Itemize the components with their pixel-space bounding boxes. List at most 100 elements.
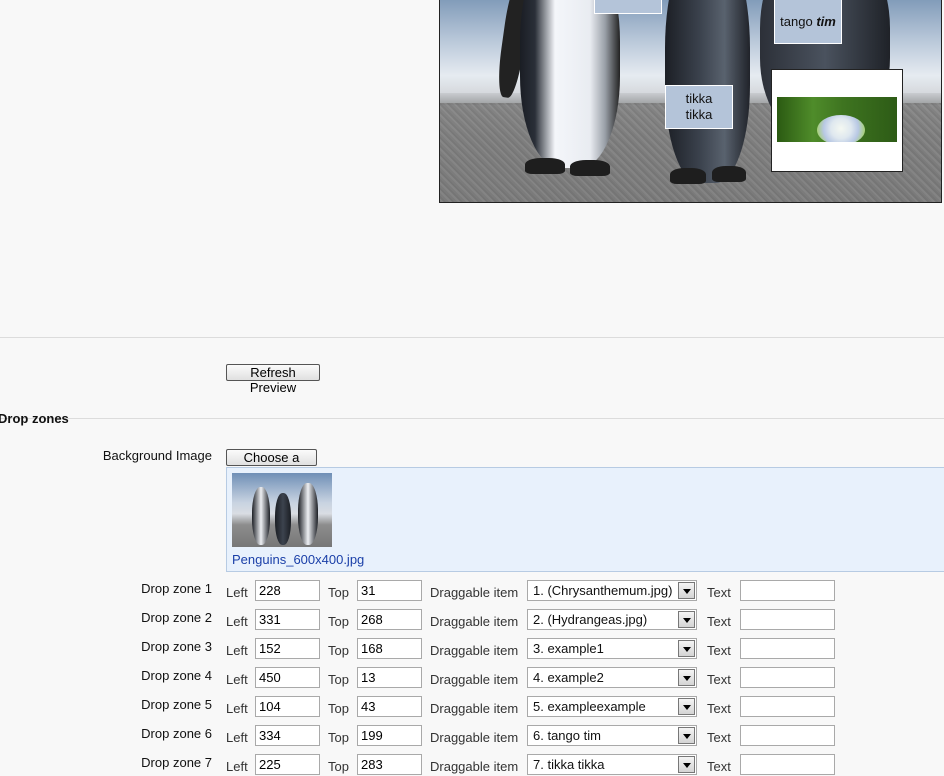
- draggable-item-select[interactable]: 7. tikka tikka: [527, 754, 697, 775]
- chevron-down-icon[interactable]: [678, 611, 695, 628]
- left-label: Left: [226, 585, 248, 600]
- left-input[interactable]: [255, 667, 320, 688]
- text-label: Text: [707, 643, 731, 658]
- draggable-item-select[interactable]: 2. (Hydrangeas.jpg): [527, 609, 697, 630]
- left-label: Left: [226, 701, 248, 716]
- draggable-item-select[interactable]: 5. exampleexample: [527, 696, 697, 717]
- refresh-preview-button[interactable]: Refresh Preview: [226, 364, 320, 395]
- left-input[interactable]: [255, 754, 320, 775]
- drop-zone-label: Drop zone 7: [141, 755, 212, 770]
- drop-zone-label: Drop zone 6: [141, 726, 212, 741]
- file-thumbnail[interactable]: [232, 473, 332, 547]
- divider: [0, 418, 944, 419]
- drop-zone-label: Drop zone 1: [141, 581, 212, 596]
- text-input[interactable]: [740, 609, 835, 630]
- selected-value: 4. example2: [533, 670, 604, 685]
- selected-value: 3. example1: [533, 641, 604, 656]
- text-label: Text: [707, 672, 731, 687]
- preview-dropzone-tikka-tikka[interactable]: tikka tikka: [665, 85, 733, 129]
- left-label: Left: [226, 672, 248, 687]
- drop-zone-row: Drop zone 1 Left Top Draggable item 1. (…: [0, 580, 944, 602]
- left-label: Left: [226, 759, 248, 774]
- left-input[interactable]: [255, 696, 320, 717]
- selected-value: 1. (Chrysanthemum.jpg): [533, 583, 673, 598]
- chevron-down-icon[interactable]: [678, 582, 695, 599]
- text-input[interactable]: [740, 696, 835, 717]
- file-manager-panel: Penguins_600x400.jpg: [226, 467, 944, 572]
- left-label: Left: [226, 614, 248, 629]
- draggable-item-select[interactable]: 1. (Chrysanthemum.jpg): [527, 580, 697, 601]
- drop-zone-row: Drop zone 3 Left Top Draggable item 3. e…: [0, 638, 944, 660]
- draggable-item-select[interactable]: 3. example1: [527, 638, 697, 659]
- chevron-down-icon[interactable]: [678, 640, 695, 657]
- chevron-down-icon[interactable]: [678, 756, 695, 773]
- preview-dropzone[interactable]: [594, 0, 662, 14]
- top-label: Top: [328, 701, 349, 716]
- text-input[interactable]: [740, 754, 835, 775]
- chevron-down-icon[interactable]: [678, 698, 695, 715]
- text-label: Text: [707, 730, 731, 745]
- thumb-penguin: [252, 487, 270, 545]
- penguin-foot: [670, 168, 706, 184]
- top-label: Top: [328, 759, 349, 774]
- text-input[interactable]: [740, 580, 835, 601]
- drop-zone-row: Drop zone 5 Left Top Draggable item 5. e…: [0, 696, 944, 718]
- hydrangeas-image: [777, 97, 897, 142]
- section-title: Drop zones: [0, 411, 69, 426]
- text-input[interactable]: [740, 638, 835, 659]
- left-input[interactable]: [255, 638, 320, 659]
- penguin-foot: [712, 166, 746, 182]
- text-label: Text: [707, 701, 731, 716]
- thumb-penguin: [275, 493, 291, 545]
- drop-zone-label: Drop zone 5: [141, 697, 212, 712]
- top-input[interactable]: [357, 754, 422, 775]
- text-input[interactable]: [740, 725, 835, 746]
- text-label: Text: [707, 614, 731, 629]
- left-label: Left: [226, 730, 248, 745]
- top-label: Top: [328, 643, 349, 658]
- draggable-item-label: Draggable item: [430, 672, 519, 687]
- selected-value: 6. tango tim: [533, 728, 601, 743]
- left-label: Left: [226, 643, 248, 658]
- draggable-item-select[interactable]: 6. tango tim: [527, 725, 697, 746]
- draggable-item-select[interactable]: 4. example2: [527, 667, 697, 688]
- file-name-link[interactable]: Penguins_600x400.jpg: [232, 552, 364, 567]
- top-input[interactable]: [357, 667, 422, 688]
- top-input[interactable]: [357, 696, 422, 717]
- background-image-label: Background Image: [102, 448, 212, 463]
- text-input[interactable]: [740, 667, 835, 688]
- dropzone-text: tikka tikka: [685, 91, 713, 122]
- top-label: Top: [328, 585, 349, 600]
- chevron-down-icon[interactable]: [678, 669, 695, 686]
- left-input[interactable]: [255, 609, 320, 630]
- drop-zone-row: Drop zone 4 Left Top Draggable item 4. e…: [0, 667, 944, 689]
- penguin-foot: [525, 158, 565, 174]
- preview-image: tango tim tikka tikka: [439, 0, 942, 203]
- text-label: Text: [707, 759, 731, 774]
- flower-shape: [817, 115, 865, 142]
- divider: [0, 337, 944, 338]
- chevron-down-icon[interactable]: [678, 727, 695, 744]
- draggable-item-label: Draggable item: [430, 759, 519, 774]
- drop-zone-label: Drop zone 3: [141, 639, 212, 654]
- selected-value: 2. (Hydrangeas.jpg): [533, 612, 648, 627]
- drop-zone-label: Drop zone 2: [141, 610, 212, 625]
- left-input[interactable]: [255, 725, 320, 746]
- top-label: Top: [328, 614, 349, 629]
- left-input[interactable]: [255, 580, 320, 601]
- preview-dropzone-tango-tim[interactable]: tango tim: [774, 0, 842, 44]
- preview-dropzone-hydrangeas[interactable]: [771, 69, 903, 172]
- top-input[interactable]: [357, 638, 422, 659]
- draggable-item-label: Draggable item: [430, 643, 519, 658]
- choose-file-button[interactable]: Choose a file...: [226, 449, 317, 480]
- penguin-foot: [570, 160, 610, 176]
- draggable-item-label: Draggable item: [430, 614, 519, 629]
- draggable-item-label: Draggable item: [430, 585, 519, 600]
- top-label: Top: [328, 730, 349, 745]
- top-input[interactable]: [357, 580, 422, 601]
- drop-zone-row: Drop zone 6 Left Top Draggable item 6. t…: [0, 725, 944, 747]
- top-input[interactable]: [357, 725, 422, 746]
- top-input[interactable]: [357, 609, 422, 630]
- top-label: Top: [328, 672, 349, 687]
- dropzone-text: tango tim: [780, 13, 836, 29]
